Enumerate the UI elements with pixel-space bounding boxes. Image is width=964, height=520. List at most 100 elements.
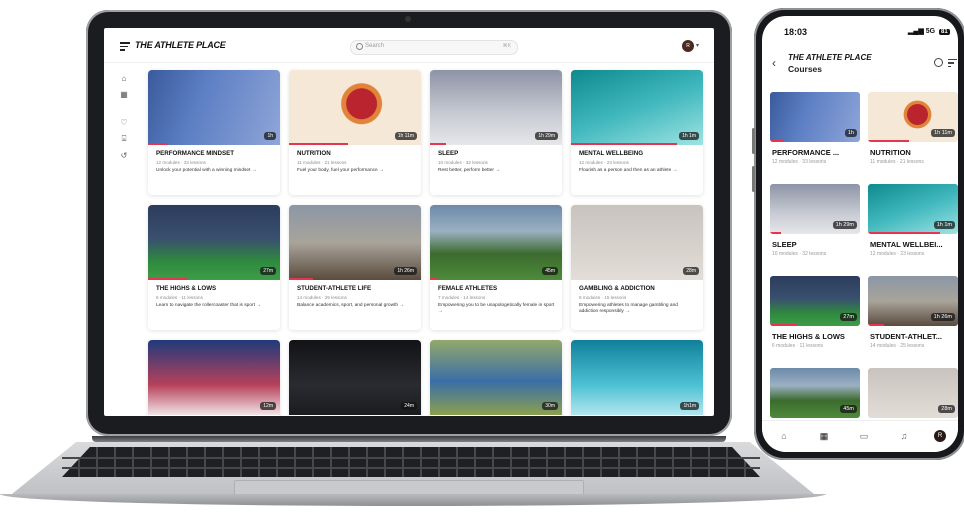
course-description[interactable]: Empowering you to be unapologetically fe… <box>438 303 556 316</box>
phone-side-button <box>752 166 755 192</box>
course-card[interactable]: 1h 11m NUTRITION 11 modules · 21 lessons… <box>289 70 421 195</box>
course-description[interactable]: Balance academics, sport, and personal g… <box>297 303 415 309</box>
course-meta: 12 modules · 23 lessons <box>870 251 925 257</box>
duration-badge: 45m <box>840 405 857 413</box>
course-thumbnail[interactable]: 45m <box>770 368 860 418</box>
course-card[interactable]: 28m GAMBLING & ADDICTION 8 modules · 15 … <box>571 205 703 330</box>
duration-badge: 1h 26m <box>394 267 417 275</box>
course-thumbnail[interactable]: 1h 29m <box>770 184 860 234</box>
grid-icon[interactable]: ▦ <box>818 430 830 442</box>
course-meta: 7 modules · 14 lessons <box>438 295 486 300</box>
chevron-down-icon[interactable]: ▾ <box>696 42 699 49</box>
course-title[interactable]: FEMALE ATHLETES <box>438 285 497 292</box>
course-meta: 11 modules · 21 lessons <box>297 160 347 165</box>
menu-icon[interactable] <box>120 42 130 53</box>
home-icon[interactable]: ⌂ <box>119 74 129 83</box>
course-thumbnail[interactable]: 1h 1m <box>868 184 958 234</box>
chat-icon[interactable]: ▭ <box>858 430 870 442</box>
course-thumbnail[interactable] <box>148 70 280 145</box>
course-progress-bar <box>289 278 313 280</box>
course-thumbnail[interactable]: 28m <box>868 368 958 418</box>
laptop-screen: THE ATHLETE PLACE Search ⌘K R ▾ ⌂ ▦ ♡ ⌺ … <box>104 28 714 416</box>
course-progress-bar <box>868 324 884 326</box>
course-card[interactable]: 1h 26m STUDENT-ATHLETE LIFE 14 modules ·… <box>289 205 421 330</box>
course-description[interactable]: Empowering athletes to manage gambling a… <box>579 303 697 316</box>
course-title[interactable]: GAMBLING & ADDICTION <box>579 285 655 292</box>
course-title[interactable]: SLEEP <box>772 240 797 249</box>
laptop-base <box>0 494 826 506</box>
app-logo[interactable]: THE ATHLETE PLACE <box>135 40 226 50</box>
course-card[interactable]: 1h 11m NUTRITION 11 modules · 21 lessons <box>868 92 958 178</box>
course-title[interactable]: PERFORMANCE ... <box>772 148 839 157</box>
course-card[interactable]: 45m FEMALE ATHLETES 7 modules · 14 lesso… <box>430 205 562 330</box>
course-title[interactable]: MENTAL WELLBEI... <box>870 240 943 249</box>
course-title[interactable]: STUDENT-ATHLET... <box>870 332 942 341</box>
course-meta: 10 modules · 32 lessons <box>438 160 488 165</box>
grid-icon[interactable]: ▦ <box>119 90 129 99</box>
course-card[interactable]: 24m <box>289 340 421 416</box>
course-card[interactable]: 27m THE HIGHS & LOWS 6 modules · 11 less… <box>770 276 860 362</box>
course-progress-bar <box>868 140 909 142</box>
course-title[interactable]: THE HIGHS & LOWS <box>772 332 845 341</box>
duration-badge: 28m <box>938 405 955 413</box>
course-card[interactable]: 30m <box>430 340 562 416</box>
course-card[interactable]: 1h 1m MENTAL WELLBEI... 12 modules · 23 … <box>868 184 958 270</box>
course-progress-bar <box>289 143 348 145</box>
course-progress-bar <box>148 278 188 280</box>
home-icon[interactable]: ⌂ <box>778 430 790 442</box>
search-shortcut: ⌘K <box>502 43 511 49</box>
course-progress-bar <box>571 143 677 145</box>
course-card[interactable]: 12m <box>148 340 280 416</box>
course-title[interactable]: THE HIGHS & LOWS <box>156 285 216 292</box>
course-meta: 12 modules · 33 lessons <box>156 160 206 165</box>
course-title[interactable]: STUDENT-ATHLETE LIFE <box>297 285 371 292</box>
course-card[interactable]: 1h PERFORMANCE MINDSET 12 modules · 33 l… <box>148 70 280 195</box>
course-meta: 12 modules · 23 lessons <box>579 160 629 165</box>
duration-badge: 45m <box>542 267 558 275</box>
course-title[interactable]: MENTAL WELLBEING <box>579 150 643 157</box>
course-thumbnail[interactable]: 1h 26m <box>868 276 958 326</box>
duration-badge: 27m <box>260 267 276 275</box>
course-thumbnail[interactable]: 27m <box>770 276 860 326</box>
course-card[interactable]: 1h 29m SLEEP 10 modules · 32 lessons <box>770 184 860 270</box>
course-title[interactable]: SLEEP <box>438 150 458 157</box>
course-title[interactable]: NUTRITION <box>870 148 911 157</box>
course-description[interactable]: Flourish as a person and then as an athl… <box>579 168 697 174</box>
search-input[interactable]: Search ⌘K <box>350 40 518 55</box>
duration-badge: 1h1m <box>680 402 699 410</box>
search-icon <box>356 43 363 50</box>
history-icon[interactable]: ↺ <box>119 151 129 160</box>
course-card[interactable]: 1h 29m SLEEP 10 modules · 32 lessons Res… <box>430 70 562 195</box>
duration-badge: 1h 1m <box>679 132 699 140</box>
course-description[interactable]: Fuel your body, fuel your performance → <box>297 168 415 174</box>
course-meta: 10 modules · 32 lessons <box>772 251 827 257</box>
course-meta: 8 modules · 15 lessons <box>579 295 627 300</box>
course-description[interactable]: Rest better, perform better → <box>438 168 556 174</box>
avatar[interactable]: R <box>934 430 946 442</box>
bell-icon[interactable]: ♫ <box>898 430 910 442</box>
course-meta: 12 modules · 33 lessons <box>772 159 827 165</box>
top-bar: THE ATHLETE PLACE Search ⌘K R ▾ <box>104 28 714 63</box>
course-card[interactable]: 27m THE HIGHS & LOWS 6 modules · 11 less… <box>148 205 280 330</box>
course-card[interactable]: 1h 1m MENTAL WELLBEING 12 modules · 23 l… <box>571 70 703 195</box>
course-meta: 6 modules · 11 lessons <box>772 343 824 349</box>
duration-badge: 1h <box>844 129 857 137</box>
duration-badge: 1h 1m <box>933 221 955 229</box>
course-card[interactable]: 1h PERFORMANCE ... 12 modules · 33 lesso… <box>770 92 860 178</box>
course-thumbnail[interactable]: 1h 11m <box>868 92 958 142</box>
course-description[interactable]: Unlock your potential with a winning min… <box>156 168 274 174</box>
course-thumbnail[interactable]: 1h <box>770 92 860 142</box>
course-description[interactable]: Learn to navigate the rollercoaster that… <box>156 303 274 309</box>
course-card[interactable]: 1h 26m STUDENT-ATHLET... 14 modules · 25… <box>868 276 958 362</box>
course-card[interactable]: 1h1m <box>571 340 703 416</box>
duration-badge: 1h 11m <box>931 129 955 137</box>
course-meta: 6 modules · 11 lessons <box>156 295 203 300</box>
lock-icon[interactable]: ⌺ <box>119 134 129 143</box>
course-title[interactable]: PERFORMANCE MINDSET <box>156 150 234 157</box>
course-title[interactable]: NUTRITION <box>297 150 331 157</box>
sidebar: ⌂ ▦ ♡ ⌺ ↺ <box>104 63 144 416</box>
course-progress-bar <box>770 140 784 142</box>
course-progress-bar <box>148 143 168 145</box>
heart-icon[interactable]: ♡ <box>119 118 129 127</box>
avatar[interactable]: R <box>682 40 694 52</box>
